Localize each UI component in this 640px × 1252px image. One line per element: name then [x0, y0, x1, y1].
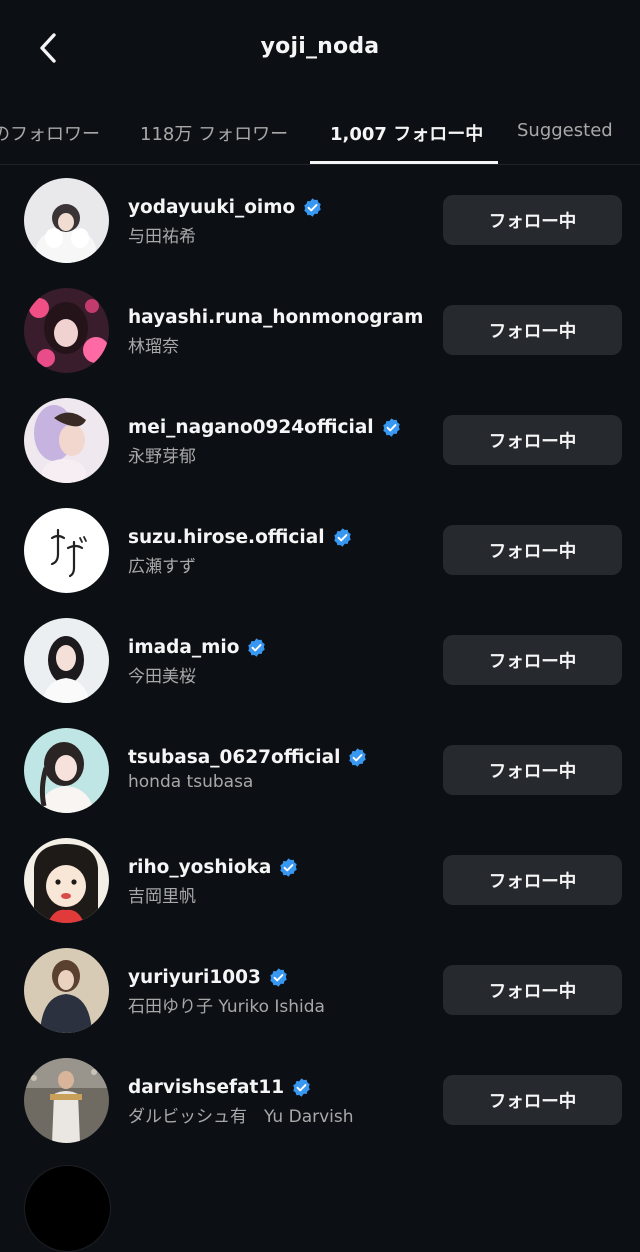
active-tab-indicator — [310, 161, 498, 164]
verified-badge-icon — [304, 197, 321, 217]
avatar[interactable] — [24, 838, 109, 923]
avatar[interactable] — [24, 728, 109, 813]
full-name: ダルビッシュ有 Yu Darvish — [128, 1107, 354, 1127]
full-name: 与田祐希 — [128, 227, 196, 247]
username[interactable]: imada_mio — [128, 637, 239, 658]
username[interactable]: darvishsefat11 — [128, 1077, 284, 1098]
tab-suggested[interactable]: Suggested — [517, 120, 613, 141]
list-item[interactable]: darvishsefat11 ダルビッシュ有 Yu Darvish フォロー中 — [0, 1045, 640, 1155]
username[interactable]: suzu.hirose.official — [128, 527, 325, 548]
following-button[interactable]: フォロー中 — [443, 1075, 622, 1125]
verified-badge-icon — [349, 747, 367, 767]
username[interactable]: yodayuuki_oimo — [128, 197, 295, 218]
avatar[interactable] — [24, 618, 109, 703]
full-name: 吉岡里帆 — [128, 887, 196, 907]
verified-badge-icon — [280, 857, 298, 877]
list-item[interactable]: imada_mio 今田美桜 フォロー中 — [0, 605, 640, 715]
verified-badge-icon — [248, 637, 266, 657]
avatar[interactable] — [24, 1058, 109, 1143]
full-name: honda tsubasa — [128, 772, 254, 792]
tab-bar: のフォロワー 118万 フォロワー 1,007 フォロー中 Suggested — [0, 100, 640, 165]
tab-mutual-followers[interactable]: のフォロワー — [0, 120, 100, 146]
username[interactable]: tsubasa_0627official — [128, 747, 340, 768]
list-item[interactable]: yodayuuki_oimo 与田祐希 フォロー中 — [0, 165, 640, 275]
following-button[interactable]: フォロー中 — [443, 305, 622, 355]
username-line: darvishsefat11 — [128, 1075, 312, 1099]
full-name: 永野芽郁 — [128, 447, 196, 467]
avatar[interactable] — [24, 1165, 111, 1252]
list-item[interactable]: tsubasa_0627official honda tsubasa フォロー中 — [0, 715, 640, 825]
following-button[interactable]: フォロー中 — [443, 635, 622, 685]
list-item[interactable]: riho_yoshioka 吉岡里帆 フォロー中 — [0, 825, 640, 935]
username-line: mei_nagano0924official — [128, 415, 402, 439]
avatar[interactable] — [24, 948, 109, 1033]
top-bar: yoji_noda — [0, 0, 640, 100]
list-item[interactable]: suzu.hirose.official 広瀬すず フォロー中 — [0, 495, 640, 605]
page-title: yoji_noda — [260, 34, 380, 59]
following-button[interactable]: フォロー中 — [443, 415, 622, 465]
tab-following[interactable]: 1,007 フォロー中 — [330, 120, 483, 146]
full-name: 今田美桜 — [128, 667, 196, 687]
username[interactable]: hayashi.runa_honmonogram — [128, 307, 423, 328]
username[interactable]: riho_yoshioka — [128, 857, 271, 878]
avatar[interactable] — [24, 508, 109, 593]
list-item[interactable]: hayashi.runa_honmonogram 林瑠奈 フォロー中 — [0, 275, 640, 385]
following-button[interactable]: フォロー中 — [443, 745, 622, 795]
username-line: imada_mio — [128, 635, 267, 659]
verified-badge-icon — [382, 417, 400, 437]
username-line: yodayuuki_oimo — [128, 195, 323, 219]
username-line: hayashi.runa_honmonogram — [128, 305, 423, 329]
following-button[interactable]: フォロー中 — [443, 855, 622, 905]
verified-badge-icon — [333, 527, 351, 547]
avatar[interactable] — [24, 398, 109, 483]
username-line: riho_yoshioka — [128, 855, 299, 879]
username-line: suzu.hirose.official — [128, 525, 353, 549]
verified-badge-icon — [293, 1077, 310, 1097]
avatar[interactable] — [24, 178, 109, 263]
tab-followers[interactable]: 118万 フォロワー — [140, 120, 288, 146]
full-name: 広瀬すず — [128, 557, 196, 577]
following-button[interactable]: フォロー中 — [443, 525, 622, 575]
list-item[interactable]: yuriyuri1003 石田ゆり子 Yuriko Ishida フォロー中 — [0, 935, 640, 1045]
following-button[interactable]: フォロー中 — [443, 195, 622, 245]
following-button[interactable]: フォロー中 — [443, 965, 622, 1015]
username-line: yuriyuri1003 — [128, 965, 289, 989]
full-name: 林瑠奈 — [128, 337, 179, 357]
avatar[interactable] — [24, 288, 109, 373]
list-item[interactable]: mei_nagano0924official 永野芽郁 フォロー中 — [0, 385, 640, 495]
username[interactable]: yuriyuri1003 — [128, 967, 261, 988]
username-line: tsubasa_0627official — [128, 745, 368, 769]
full-name: 石田ゆり子 Yuriko Ishida — [128, 997, 325, 1017]
verified-badge-icon — [270, 967, 287, 987]
username[interactable]: mei_nagano0924official — [128, 417, 374, 438]
